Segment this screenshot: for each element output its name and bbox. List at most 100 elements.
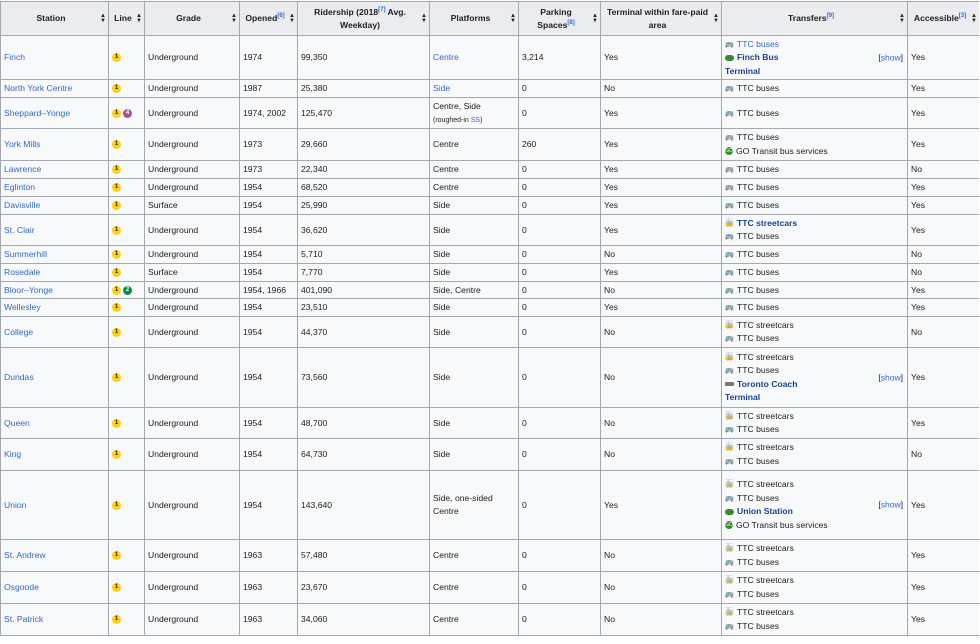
line-1-icon[interactable]: 1 xyxy=(112,183,121,193)
line-1-icon[interactable]: 1 xyxy=(112,165,121,175)
sort-icon[interactable]: ▲ ▼ xyxy=(421,13,427,24)
transfer-link[interactable]: TTC buses xyxy=(737,332,779,345)
ref-link[interactable]: [9] xyxy=(827,13,834,19)
transfer-link[interactable]: TTC streetcars xyxy=(737,217,797,230)
sort-icon[interactable]: ▲ ▼ xyxy=(100,13,106,24)
line-1-icon[interactable]: 1 xyxy=(112,327,121,337)
transfer-link[interactable]: TTC streetcars xyxy=(737,542,794,555)
line-1-icon[interactable]: 1 xyxy=(112,225,121,235)
transfer-link[interactable]: TTC buses xyxy=(737,556,779,569)
transfer-link[interactable]: TTC buses xyxy=(737,248,779,261)
show-link[interactable]: show xyxy=(881,52,901,62)
show-link[interactable]: show xyxy=(881,500,901,510)
transfer-link[interactable]: Toronto Coach xyxy=(737,378,797,391)
transfer-link[interactable]: GO Transit bus services xyxy=(736,519,828,532)
header-platforms[interactable]: Platforms ▲ ▼ xyxy=(429,1,519,36)
station-link[interactable]: Summerhill xyxy=(4,249,47,259)
line-1-icon[interactable]: 1 xyxy=(112,551,121,561)
sort-icon[interactable]: ▲ ▼ xyxy=(136,13,142,24)
transfer-link[interactable]: TTC buses xyxy=(737,230,779,243)
transfer-link[interactable]: TTC buses xyxy=(737,455,779,468)
line-1-icon[interactable]: 1 xyxy=(112,285,121,295)
transfer-link[interactable]: TTC buses xyxy=(737,588,779,601)
transfer-link[interactable]: TTC streetcars xyxy=(737,478,794,491)
line-1-icon[interactable]: 1 xyxy=(112,84,121,94)
line-4-icon[interactable]: 4 xyxy=(123,108,132,118)
line-1-icon[interactable]: 1 xyxy=(112,140,121,150)
station-link[interactable]: North York Centre xyxy=(4,83,72,93)
transfer-link[interactable]: TTC buses xyxy=(737,82,779,95)
transfer-link[interactable]: TTC buses xyxy=(737,620,779,633)
line-1-icon[interactable]: 1 xyxy=(112,303,121,313)
station-link[interactable]: College xyxy=(4,327,33,337)
transfer-link[interactable]: Terminal xyxy=(725,65,760,78)
transfer-link[interactable]: TTC buses xyxy=(737,38,779,51)
header-grade[interactable]: Grade ▲ ▼ xyxy=(144,1,240,36)
station-link[interactable]: Lawrence xyxy=(4,164,41,174)
header-parking[interactable]: Parking Spaces[8] ▲ ▼ xyxy=(518,1,601,36)
line-1-icon[interactable]: 1 xyxy=(112,583,121,593)
sort-icon[interactable]: ▲ ▼ xyxy=(592,13,598,24)
ref-link[interactable]: [3] xyxy=(959,13,966,19)
sort-icon[interactable]: ▲ ▼ xyxy=(971,13,977,24)
line-1-icon[interactable]: 1 xyxy=(112,53,121,63)
sort-icon[interactable]: ▲ ▼ xyxy=(510,13,516,24)
transfer-link[interactable]: TTC buses xyxy=(737,492,779,505)
show-link[interactable]: show xyxy=(881,372,901,382)
station-link[interactable]: Union xyxy=(4,500,26,510)
ref-link[interactable]: [8] xyxy=(567,20,574,26)
platforms-link[interactable]: Side xyxy=(433,83,450,93)
line-1-icon[interactable]: 1 xyxy=(112,108,121,118)
sort-icon[interactable]: ▲ ▼ xyxy=(231,13,237,24)
transfer-link[interactable]: TTC buses xyxy=(737,266,779,279)
ss-link[interactable]: SS xyxy=(471,117,480,124)
transfer-link[interactable]: TTC buses xyxy=(737,181,779,194)
transfer-link[interactable]: TTC streetcars xyxy=(737,410,794,423)
transfer-link[interactable]: TTC buses xyxy=(737,284,779,297)
station-link[interactable]: St. Clair xyxy=(4,225,35,235)
transfer-link[interactable]: Terminal xyxy=(725,391,760,404)
transfer-link[interactable]: TTC streetcars xyxy=(737,441,794,454)
header-accessible[interactable]: Accessible[3] ▲ ▼ xyxy=(907,1,979,36)
header-opened[interactable]: Opened[6] ▲ ▼ xyxy=(239,1,298,36)
station-link[interactable]: St. Patrick xyxy=(4,614,43,624)
line-1-icon[interactable]: 1 xyxy=(112,418,121,428)
show-toggle[interactable]: [show] xyxy=(878,499,903,512)
sort-icon[interactable]: ▲ ▼ xyxy=(713,13,719,24)
station-link[interactable]: King xyxy=(4,449,21,459)
transfer-link[interactable]: Finch Bus xyxy=(737,51,779,64)
station-link[interactable]: Queen xyxy=(4,418,30,428)
station-link[interactable]: Eglinton xyxy=(4,182,35,192)
transfer-link[interactable]: TTC streetcars xyxy=(737,351,794,364)
transfer-link[interactable]: TTC buses xyxy=(737,199,779,212)
line-1-icon[interactable]: 1 xyxy=(112,615,121,625)
line-1-icon[interactable]: 1 xyxy=(112,268,121,278)
line-1-icon[interactable]: 1 xyxy=(112,201,121,211)
line-1-icon[interactable]: 1 xyxy=(112,250,121,260)
transfer-link[interactable]: TTC buses xyxy=(737,301,779,314)
station-link[interactable]: Sheppard–Yonge xyxy=(4,108,70,118)
header-transfers[interactable]: Transfers[9] ▲ ▼ xyxy=(721,1,908,36)
transfer-link[interactable]: TTC streetcars xyxy=(737,319,794,332)
sort-icon[interactable]: ▲ ▼ xyxy=(899,13,905,24)
station-link[interactable]: Finch xyxy=(4,52,25,62)
transfer-link[interactable]: Union Station xyxy=(737,505,793,518)
station-link[interactable]: Wellesley xyxy=(4,302,41,312)
transfer-link[interactable]: TTC buses xyxy=(737,423,779,436)
show-toggle[interactable]: [show] xyxy=(878,51,903,64)
sort-icon[interactable]: ▲ ▼ xyxy=(289,13,295,24)
ref-link[interactable]: [6] xyxy=(277,13,284,19)
transfer-link[interactable]: TTC buses xyxy=(737,364,779,377)
show-toggle[interactable]: [show] xyxy=(878,371,903,384)
header-line[interactable]: Line ▲ ▼ xyxy=(108,1,145,36)
station-link[interactable]: Bloor–Yonge xyxy=(4,285,53,295)
transfer-link[interactable]: TTC streetcars xyxy=(737,574,794,587)
transfer-link[interactable]: TTC buses xyxy=(737,131,779,144)
platforms-link[interactable]: Centre xyxy=(433,52,459,62)
header-terminal[interactable]: Terminal within fare-paid area ▲ ▼ xyxy=(600,1,722,36)
line-1-icon[interactable]: 1 xyxy=(112,373,121,383)
station-link[interactable]: St. Andrew xyxy=(4,550,46,560)
transfer-link[interactable]: TTC buses xyxy=(737,107,779,120)
station-link[interactable]: Osgoode xyxy=(4,582,39,592)
transfer-link[interactable]: GO Transit bus services xyxy=(736,145,828,158)
